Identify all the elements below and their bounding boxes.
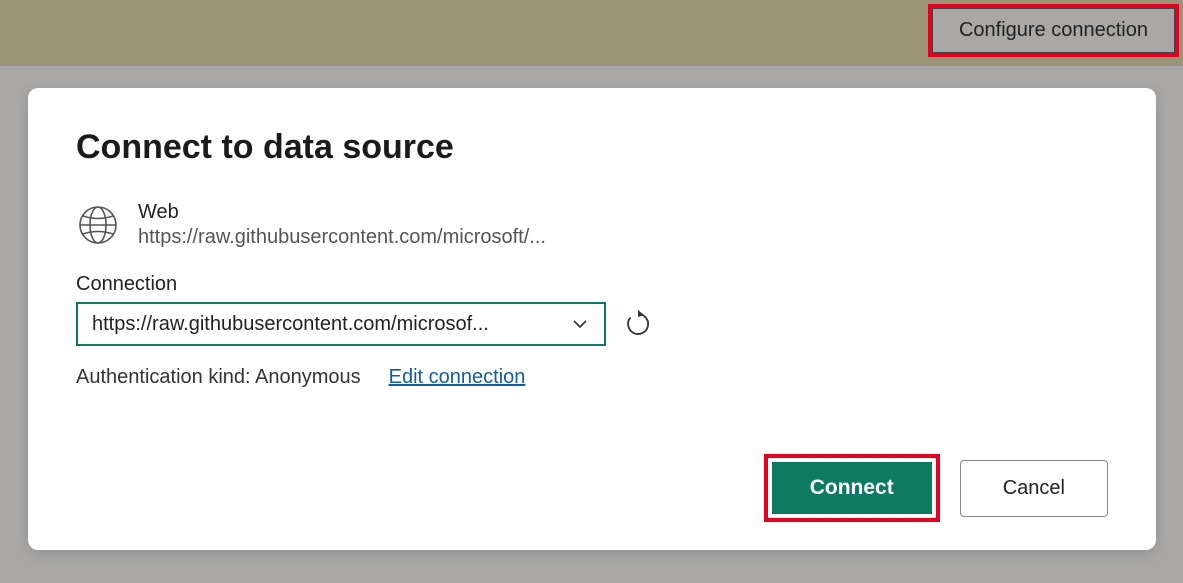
- source-type-label: Web: [138, 201, 546, 224]
- configure-connection-highlight: Configure connection: [928, 4, 1179, 57]
- chevron-down-icon: [570, 314, 590, 334]
- edit-connection-link[interactable]: Edit connection: [389, 366, 526, 389]
- configure-connection-button[interactable]: Configure connection: [932, 8, 1175, 53]
- cancel-button[interactable]: Cancel: [960, 460, 1108, 517]
- source-url-text: https://raw.githubusercontent.com/micros…: [138, 226, 546, 249]
- dialog-button-row: Connect Cancel: [764, 454, 1108, 522]
- cancel-button-label: Cancel: [1003, 477, 1065, 499]
- globe-icon: [76, 203, 120, 247]
- connect-dialog: Connect to data source Web https://raw.g…: [28, 88, 1156, 550]
- data-source-row: Web https://raw.githubusercontent.com/mi…: [76, 201, 1108, 249]
- top-bar: Configure connection: [0, 0, 1183, 68]
- authentication-row: Authentication kind: Anonymous Edit conn…: [76, 366, 1108, 389]
- authentication-kind-text: Authentication kind: Anonymous: [76, 366, 361, 389]
- dialog-title: Connect to data source: [76, 128, 1108, 167]
- configure-connection-label: Configure connection: [959, 19, 1148, 41]
- connection-field-label: Connection: [76, 273, 1108, 296]
- connect-button-label: Connect: [810, 476, 894, 499]
- connect-button-highlight: Connect: [764, 454, 940, 522]
- connect-button[interactable]: Connect: [772, 462, 932, 514]
- refresh-icon[interactable]: [624, 310, 652, 338]
- connection-dropdown[interactable]: https://raw.githubusercontent.com/micros…: [76, 302, 606, 346]
- connection-selected-value: https://raw.githubusercontent.com/micros…: [92, 313, 489, 336]
